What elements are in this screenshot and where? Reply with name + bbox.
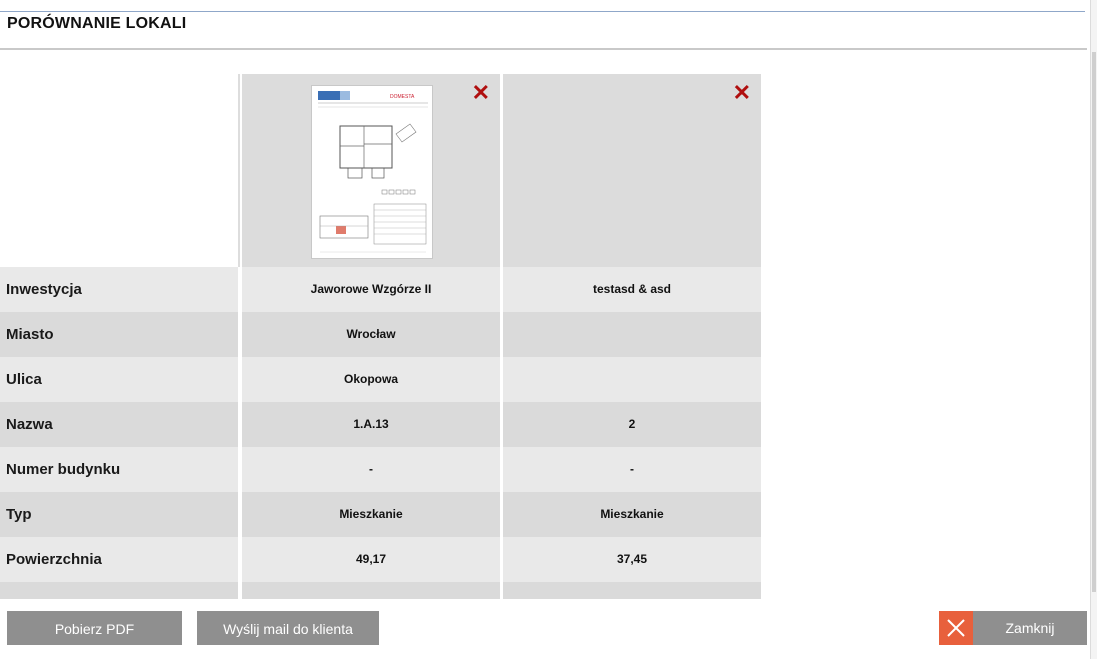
remove-col2-icon[interactable]: ✕ bbox=[733, 82, 751, 104]
preview-cell-col2: ✕ bbox=[503, 74, 761, 267]
close-button-label: Zamknij bbox=[1005, 620, 1055, 636]
table-row: Numer budynku - - bbox=[0, 447, 761, 492]
preview-row: DOMESTA ✕ ✕ bbox=[0, 74, 761, 267]
row-value-col2: Mieszkanie bbox=[503, 492, 761, 537]
row-value-col2: testasd & asd bbox=[503, 267, 761, 312]
comparison-table[interactable]: DOMESTA ✕ ✕ Inwestycja Jaworowe Wzgórze … bbox=[0, 74, 761, 599]
row-value-col2 bbox=[503, 312, 761, 357]
top-rule bbox=[0, 11, 1085, 12]
row-value-col1 bbox=[242, 582, 500, 599]
download-pdf-button[interactable]: Pobierz PDF bbox=[7, 611, 182, 645]
row-value-col2: - bbox=[503, 447, 761, 492]
row-value-col2 bbox=[503, 582, 761, 599]
column-divider bbox=[500, 74, 503, 599]
table-row: Nazwa 1.A.13 2 bbox=[0, 402, 761, 447]
row-value-col1: - bbox=[242, 447, 500, 492]
preview-cell-col1: DOMESTA ✕ bbox=[242, 74, 500, 267]
table-row: Typ Mieszkanie Mieszkanie bbox=[0, 492, 761, 537]
floorplan-thumbnail[interactable]: DOMESTA bbox=[311, 85, 433, 259]
row-label: Ulica bbox=[0, 357, 238, 402]
row-label: Inwestycja bbox=[0, 267, 238, 312]
row-value-col1: Okopowa bbox=[242, 357, 500, 402]
logo-text: DOMESTA bbox=[390, 94, 415, 100]
title-divider bbox=[0, 48, 1087, 50]
close-button[interactable]: Zamknij bbox=[939, 611, 1087, 645]
row-label: Powierzchnia bbox=[0, 537, 238, 582]
preview-edge bbox=[238, 74, 240, 267]
row-value-col1: 1.A.13 bbox=[242, 402, 500, 447]
table-row bbox=[0, 582, 761, 599]
row-value-col2: 37,45 bbox=[503, 537, 761, 582]
row-label: Typ bbox=[0, 492, 238, 537]
remove-col1-icon[interactable]: ✕ bbox=[472, 82, 490, 104]
table-row: Inwestycja Jaworowe Wzgórze II testasd &… bbox=[0, 267, 761, 312]
preview-label-cell bbox=[0, 74, 238, 267]
row-label: Nazwa bbox=[0, 402, 238, 447]
row-value-col1: Mieszkanie bbox=[242, 492, 500, 537]
row-label: Miasto bbox=[0, 312, 238, 357]
close-icon bbox=[939, 611, 973, 645]
page-scrollbar[interactable] bbox=[1090, 0, 1097, 659]
page-title: PORÓWNANIE LOKALI bbox=[7, 15, 187, 32]
row-value-col1: 49,17 bbox=[242, 537, 500, 582]
scrollbar-thumb[interactable] bbox=[1092, 52, 1096, 592]
row-label: Numer budynku bbox=[0, 447, 238, 492]
table-row: Miasto Wrocław bbox=[0, 312, 761, 357]
row-value-col2 bbox=[503, 357, 761, 402]
row-value-col1: Wrocław bbox=[242, 312, 500, 357]
send-mail-button[interactable]: Wyślij mail do klienta bbox=[197, 611, 379, 645]
row-label bbox=[0, 582, 238, 599]
table-row: Ulica Okopowa bbox=[0, 357, 761, 402]
floorplan-drawing: DOMESTA bbox=[318, 91, 428, 253]
row-value-col2: 2 bbox=[503, 402, 761, 447]
table-row: Powierzchnia 49,17 37,45 bbox=[0, 537, 761, 582]
row-value-col1: Jaworowe Wzgórze II bbox=[242, 267, 500, 312]
